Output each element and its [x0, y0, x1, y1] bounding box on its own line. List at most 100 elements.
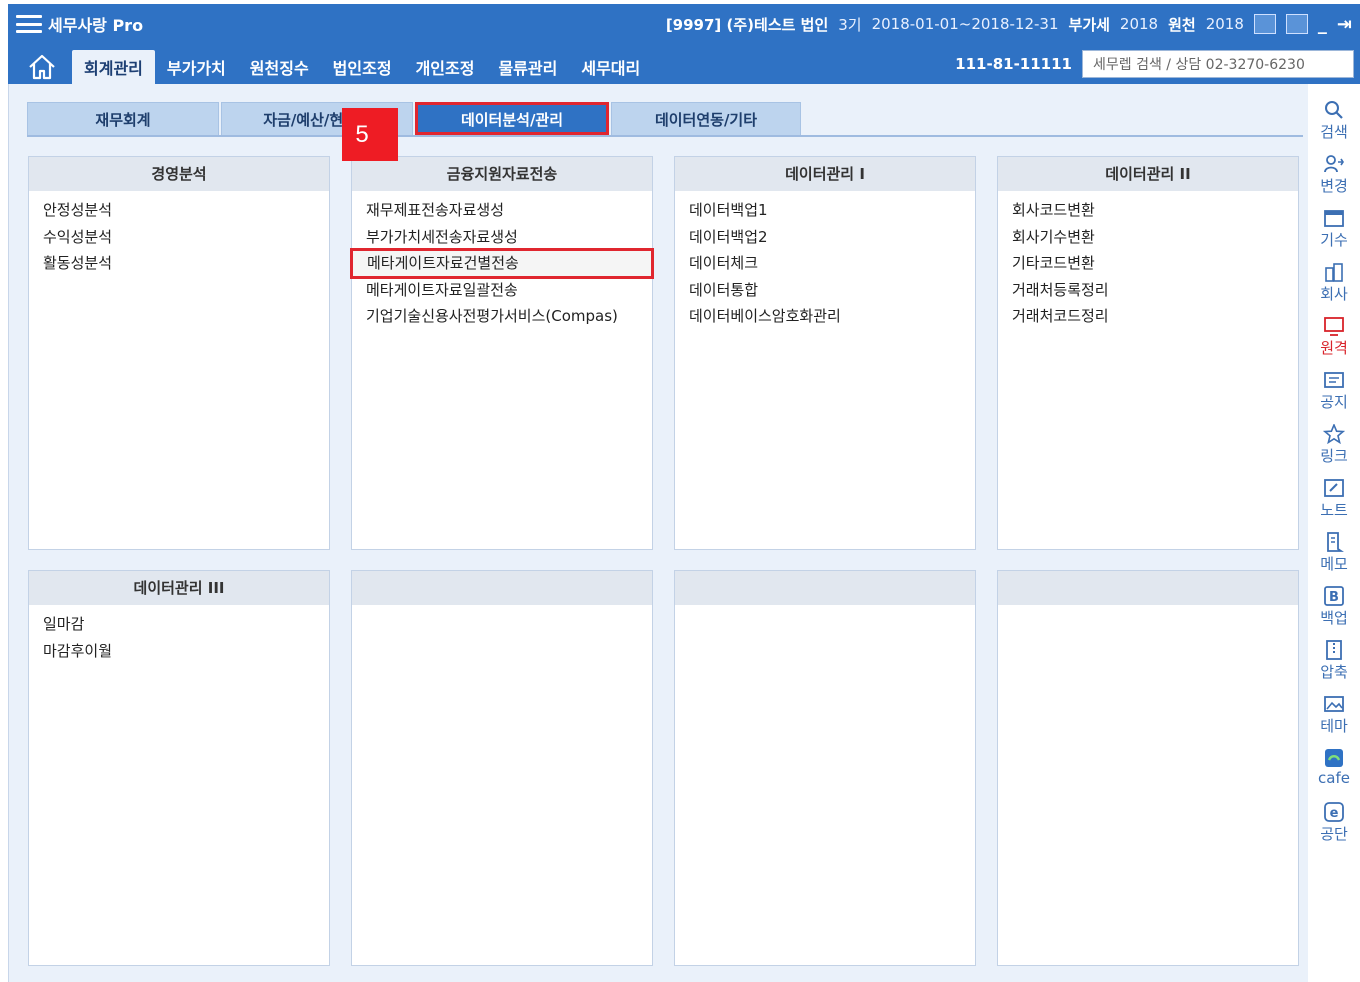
sidebar-label: 압축: [1320, 663, 1348, 681]
business-number: 111-81-11111: [955, 55, 1072, 73]
logout-icon[interactable]: ⇥: [1337, 14, 1352, 35]
content-area: 재무회계 자금/예산/현장등 데이터분석/관리 데이터연동/기타 경영분석 안정…: [8, 84, 1308, 982]
notice-board-icon: [1323, 370, 1345, 390]
cafe-icon: [1323, 748, 1345, 768]
sidebar-label: 메모: [1320, 555, 1348, 573]
panel-title: 금융지원자료전송: [352, 157, 652, 191]
zip-file-icon: [1323, 640, 1345, 660]
title-bar: 세무사랑 Pro [9997] (주)테스트 법인 3기 2018-01-01~…: [8, 4, 1360, 44]
menu-item-metagate-single-transfer[interactable]: 메타게이트자료건별전송: [350, 248, 654, 279]
search-input[interactable]: [1082, 50, 1354, 78]
app-name: 세무사랑 Pro: [48, 16, 144, 35]
building-icon: [1323, 262, 1345, 282]
image-theme-icon: [1323, 694, 1345, 714]
panel-empty-2: [674, 570, 976, 966]
sidebar-label: cafe: [1318, 769, 1350, 787]
menu-tab-withholding[interactable]: 원천징수: [238, 50, 321, 84]
company-name[interactable]: [9997] (주)테스트 법인: [666, 14, 828, 35]
home-icon[interactable]: [22, 50, 62, 84]
menu-item-compas-service[interactable]: 기업기술신용사전평가서비스(Compas): [366, 303, 652, 330]
minimize-icon[interactable]: _: [1318, 14, 1327, 35]
vat-year: 2018: [1119, 15, 1159, 33]
panel-data-management-2: 데이터관리 II 회사코드변환 회사기수변환 기타코드변환 거래처등록정리 거래…: [997, 156, 1299, 550]
subtab-data-analysis[interactable]: 데이터분석/관리: [415, 102, 609, 135]
note-edit-icon: [1323, 478, 1345, 498]
menu-tab-logistics[interactable]: 물류관리: [486, 50, 569, 84]
panel-title: 데이터관리 III: [29, 571, 329, 605]
sidebar-compress[interactable]: 압축: [1308, 634, 1360, 688]
magnifier-icon: [1323, 100, 1345, 120]
menu-item-vat-transfer[interactable]: 부가가치세전송자료생성: [366, 224, 652, 251]
e-agency-icon: e: [1323, 802, 1345, 822]
panel-title: 데이터관리 I: [675, 157, 975, 191]
panel-title: [352, 571, 652, 605]
panel-management-analysis: 경영분석 안정성분석 수익성분석 활동성분석: [28, 156, 330, 550]
menu-item-vendor-registration-cleanup[interactable]: 거래처등록정리: [1012, 277, 1298, 304]
sidebar-notice[interactable]: 공지: [1308, 364, 1360, 418]
sidebar-label: 공단: [1320, 825, 1348, 843]
menu-tab-tax-agent[interactable]: 세무대리: [569, 50, 652, 84]
panel-title: [998, 571, 1298, 605]
sidebar-remote[interactable]: 원격: [1308, 310, 1360, 364]
panel-title: 경영분석: [29, 157, 329, 191]
sidebar-change[interactable]: 변경: [1308, 148, 1360, 202]
menu-item-profitability-analysis[interactable]: 수익성분석: [43, 224, 329, 251]
sidebar-theme[interactable]: 테마: [1308, 688, 1360, 742]
sidebar-label: 노트: [1320, 501, 1348, 519]
right-sidebar: 검색 변경 기수 회사 원격 공지 링크 노트 메모 B 백업 압축 테마 ca…: [1308, 84, 1360, 982]
panel-title: 데이터관리 II: [998, 157, 1298, 191]
menu-tab-corporate-adjust[interactable]: 법인조정: [321, 50, 404, 84]
users-swap-icon: [1323, 154, 1345, 174]
sidebar-search[interactable]: 검색: [1308, 94, 1360, 148]
subtab-financial-accounting[interactable]: 재무회계: [27, 102, 219, 135]
menu-item-metagate-bulk-transfer[interactable]: 메타게이트자료일괄전송: [366, 277, 652, 304]
sidebar-link[interactable]: 링크: [1308, 418, 1360, 472]
menu-item-carry-forward[interactable]: 마감후이월: [43, 638, 329, 665]
sidebar-period[interactable]: 기수: [1308, 202, 1360, 256]
menu-item-data-backup-2[interactable]: 데이터백업2: [689, 224, 975, 251]
menu-item-fs-transfer[interactable]: 재무제표전송자료생성: [366, 197, 652, 224]
menu-tab-accounting[interactable]: 회계관리: [72, 50, 155, 84]
sidebar-cafe[interactable]: cafe: [1308, 742, 1360, 796]
svg-text:B: B: [1329, 590, 1339, 605]
menu-tab-personal-adjust[interactable]: 개인조정: [404, 50, 487, 84]
menu-tab-vat[interactable]: 부가가치: [155, 50, 238, 84]
keyboard-icon[interactable]: [1285, 14, 1308, 34]
menu-item-activity-analysis[interactable]: 활동성분석: [43, 250, 329, 277]
menu-item-vendor-code-cleanup[interactable]: 거래처코드정리: [1012, 303, 1298, 330]
menu-item-other-code-convert[interactable]: 기타코드변환: [1012, 250, 1298, 277]
calculator-icon[interactable]: [1253, 14, 1276, 34]
backup-b-icon: B: [1323, 586, 1345, 606]
sub-tab-bar: 재무회계 자금/예산/현장등 데이터분석/관리 데이터연동/기타: [27, 102, 1303, 137]
menu-item-company-period-convert[interactable]: 회사기수변환: [1012, 224, 1298, 251]
fiscal-period: 2018-01-01~2018-12-31: [871, 15, 1059, 33]
sidebar-memo[interactable]: 메모: [1308, 526, 1360, 580]
session-info: [9997] (주)테스트 법인 3기 2018-01-01~2018-12-3…: [666, 14, 1352, 35]
main-menu-bar: 회계관리 부가가치 원천징수 법인조정 개인조정 물류관리 세무대리 111-8…: [8, 44, 1360, 84]
subtab-data-integration[interactable]: 데이터연동/기타: [611, 102, 801, 135]
sidebar-backup[interactable]: B 백업: [1308, 580, 1360, 634]
hamburger-menu-icon[interactable]: [16, 13, 42, 35]
menu-item-data-backup-1[interactable]: 데이터백업1: [689, 197, 975, 224]
calendar-icon: [1323, 208, 1345, 228]
sidebar-note[interactable]: 노트: [1308, 472, 1360, 526]
svg-text:e: e: [1330, 806, 1339, 821]
menu-item-company-code-convert[interactable]: 회사코드변환: [1012, 197, 1298, 224]
sidebar-company[interactable]: 회사: [1308, 256, 1360, 310]
sidebar-label: 링크: [1320, 447, 1348, 465]
menu-item-data-merge[interactable]: 데이터통합: [689, 277, 975, 304]
panel-empty-3: [997, 570, 1299, 966]
sidebar-label: 기수: [1320, 231, 1348, 249]
menu-item-data-check[interactable]: 데이터체크: [689, 250, 975, 277]
panel-financial-data-transfer: 금융지원자료전송 재무제표전송자료생성 부가가치세전송자료생성 메타게이트자료건…: [350, 156, 654, 550]
panel-title: [675, 571, 975, 605]
panel-empty-1: [351, 570, 653, 966]
vat-label: 부가세: [1068, 15, 1110, 34]
withholding-year: 2018: [1205, 15, 1244, 33]
star-icon: [1323, 424, 1345, 444]
menu-item-stability-analysis[interactable]: 안정성분석: [43, 197, 329, 224]
sidebar-agency[interactable]: e 공단: [1308, 796, 1360, 850]
sidebar-label: 회사: [1320, 285, 1348, 303]
menu-item-daily-closing[interactable]: 일마감: [43, 611, 329, 638]
menu-item-db-encryption[interactable]: 데이터베이스암호화관리: [689, 303, 975, 330]
